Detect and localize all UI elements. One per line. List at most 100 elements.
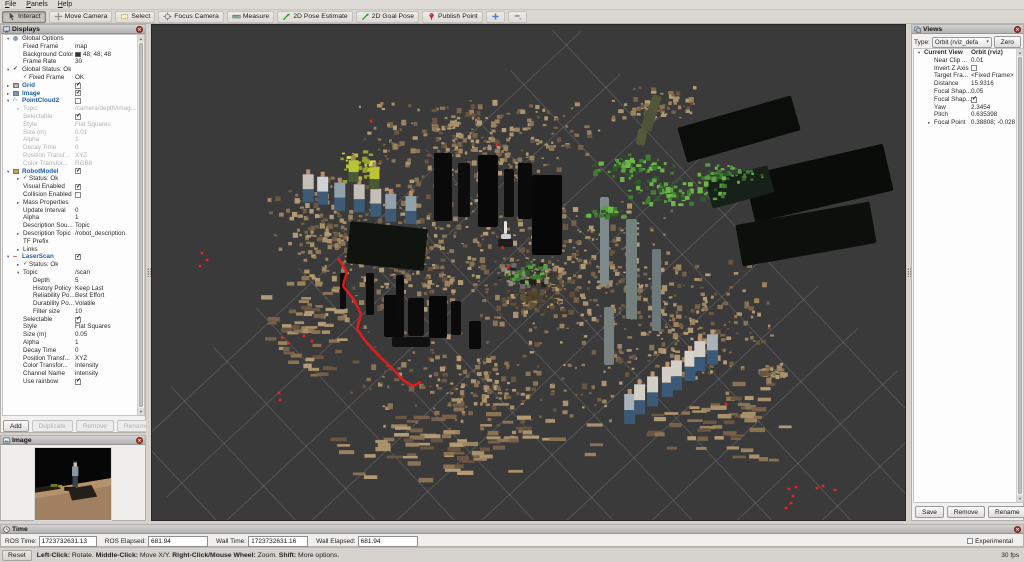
checkbox-checked[interactable] <box>75 168 81 175</box>
tree-row[interactable]: ▾ ~ LaserScan <box>3 253 144 261</box>
tree-row[interactable]: ▾ ✓ Global Status: Ok <box>3 66 144 74</box>
property-value[interactable]: 0.01 <box>75 129 136 137</box>
property-value[interactable]: map <box>75 43 136 51</box>
tree-row[interactable]: ▸ Description Topic/robot_description <box>3 230 144 238</box>
tree-row[interactable]: ▸ Links <box>3 246 144 254</box>
tree-row[interactable]: Invert Z Axis <box>914 65 1023 73</box>
property-value[interactable]: Flat Squares <box>75 121 136 129</box>
property-value[interactable]: 0 <box>75 207 136 215</box>
close-icon[interactable] <box>136 436 143 444</box>
tree-row[interactable]: Background Color 48; 48; 48 <box>3 51 144 59</box>
scroll-down-icon[interactable]: ▼ <box>1017 495 1023 502</box>
add-tool-button[interactable] <box>485 10 505 23</box>
ros-time-input[interactable] <box>38 535 97 547</box>
tree-row[interactable]: Style Flat Squares <box>3 323 144 331</box>
property-value[interactable] <box>75 113 136 121</box>
property-value[interactable] <box>75 191 136 199</box>
checkbox-checked[interactable] <box>75 184 81 191</box>
close-icon[interactable] <box>1014 25 1021 33</box>
reset-button[interactable]: Reset <box>2 549 32 561</box>
tree-row[interactable]: Color Transfor... Intensity <box>3 362 144 370</box>
tree-row[interactable]: Yaw 2.3454 <box>914 104 1023 112</box>
remove-tool-button[interactable] <box>507 10 527 23</box>
property-value[interactable] <box>971 65 1015 73</box>
tree-row[interactable]: Alpha 1 <box>3 136 144 144</box>
views-panel-header[interactable]: Views <box>912 25 1023 34</box>
property-value[interactable]: Best Effort <box>75 292 136 300</box>
scroll-down-icon[interactable]: ▼ <box>138 408 144 415</box>
remove-button[interactable]: Remove <box>946 506 986 518</box>
property-value[interactable] <box>75 35 136 43</box>
property-value[interactable]: 15.9316 <box>971 80 1015 88</box>
property-value[interactable]: XYZ <box>75 152 136 160</box>
wall-time-input[interactable] <box>248 535 309 547</box>
property-value[interactable] <box>75 316 136 323</box>
property-value[interactable]: /scan <box>75 269 136 277</box>
tree-row[interactable]: Position Transf... XYZ <box>3 152 144 160</box>
tree-row[interactable]: Durability Po... Volatile <box>3 300 144 308</box>
tree-row[interactable]: Distance 15.9316 <box>914 80 1023 88</box>
menu-help[interactable]: Help <box>53 0 77 10</box>
property-value[interactable] <box>75 82 136 90</box>
tree-row[interactable]: ▸ Grid <box>3 82 144 90</box>
checkbox-checked[interactable] <box>75 82 81 90</box>
tree-row[interactable]: Alpha 1 <box>3 214 144 222</box>
property-value[interactable]: 2.3454 <box>971 104 1015 112</box>
add-button[interactable]: Add <box>3 420 29 432</box>
property-value[interactable]: intensity <box>75 370 136 378</box>
property-value[interactable] <box>75 199 136 207</box>
tree-row[interactable]: ▸ ✓ Status: Ok <box>3 175 144 183</box>
property-value[interactable]: Keep Last <box>75 285 136 293</box>
property-value[interactable]: /robot_description <box>75 230 136 238</box>
tree-row[interactable]: Size (m) 0.01 <box>3 129 144 137</box>
property-value[interactable] <box>75 168 136 175</box>
tree-row[interactable]: Style Flat Squares <box>3 121 144 129</box>
checkbox-checked[interactable] <box>75 113 81 121</box>
tree-row[interactable]: Channel Name intensity <box>3 370 144 378</box>
experimental-checkbox[interactable] <box>967 538 974 544</box>
checkbox-unchecked[interactable] <box>971 65 977 72</box>
ros-elapsed-input[interactable] <box>147 535 208 547</box>
tree-row[interactable]: ▾ ∴ PointCloud2 <box>3 97 144 105</box>
tree-row[interactable]: Pitch 0.635398 <box>914 111 1023 119</box>
property-value[interactable]: 48; 48; 48 <box>75 51 136 59</box>
tree-row[interactable]: Alpha 1 <box>3 339 144 347</box>
tree-row[interactable]: Fixed Frame map <box>3 43 144 51</box>
tree-row[interactable]: ✓ Fixed Frame OK <box>3 74 144 82</box>
property-value[interactable]: XYZ <box>75 355 136 363</box>
tree-row[interactable]: Use rainbow <box>3 378 144 386</box>
move-camera-tool-button[interactable]: Move Camera <box>48 10 113 23</box>
tree-row[interactable]: Reliability Po... Best Effort <box>3 292 144 300</box>
tree-row[interactable]: Decay Time 0 <box>3 347 144 355</box>
property-value[interactable]: 0 <box>75 347 136 355</box>
tree-row[interactable]: Focal Shap... <box>914 96 1023 104</box>
tree-row[interactable]: History Policy Keep Last <box>3 285 144 293</box>
property-value[interactable]: 0.05 <box>971 88 1015 96</box>
measure-tool-button[interactable]: Measure <box>226 10 275 23</box>
property-value[interactable]: 10 <box>75 308 136 316</box>
close-icon[interactable] <box>136 25 143 33</box>
render-viewport[interactable] <box>151 24 906 521</box>
tree-row[interactable]: Selectable <box>3 316 144 324</box>
property-value[interactable] <box>75 90 136 97</box>
tree-row[interactable]: Depth 5 <box>3 277 144 285</box>
displays-panel-header[interactable]: Displays <box>1 25 145 34</box>
property-value[interactable]: 5 <box>75 277 136 285</box>
close-icon[interactable] <box>1014 525 1021 533</box>
view-type-dropdown[interactable]: Orbit (rviz_defa ▾ <box>931 36 992 48</box>
property-value[interactable]: 0.38808; -0.0281... <box>971 119 1015 127</box>
menu-file[interactable]: File <box>0 0 21 10</box>
rename-button[interactable]: Rename <box>988 506 1024 518</box>
property-value[interactable]: 0.635398 <box>971 111 1015 119</box>
property-value[interactable] <box>75 175 136 183</box>
tree-row[interactable]: Size (m) 0.05 <box>3 331 144 339</box>
2d-goal-pose-tool-button[interactable]: 2D Goal Pose <box>355 10 420 23</box>
property-value[interactable]: 1 <box>75 214 136 222</box>
checkbox-checked[interactable] <box>75 254 81 261</box>
property-value[interactable]: Topic <box>75 222 136 230</box>
checkbox-unchecked[interactable] <box>75 98 81 105</box>
tree-row[interactable]: Focal Shap... 0.05 <box>914 88 1023 96</box>
property-value[interactable]: RGB8 <box>75 160 136 168</box>
property-value[interactable]: OK <box>75 74 136 82</box>
tree-row[interactable]: ▸ Mass Properties <box>3 199 144 207</box>
